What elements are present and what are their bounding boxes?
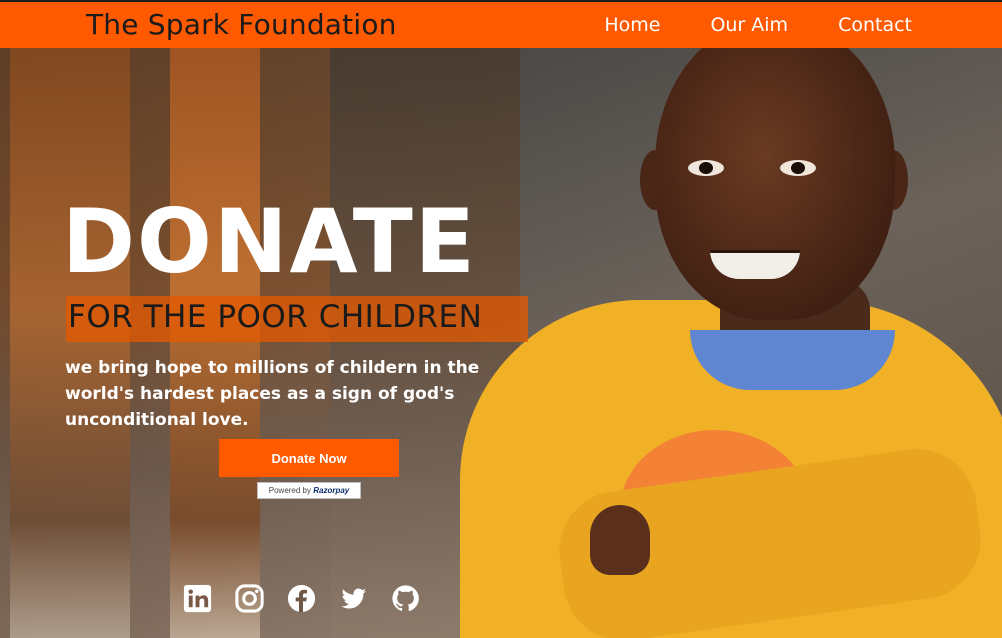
- donate-now-button[interactable]: Donate Now: [219, 439, 399, 477]
- razorpay-badge[interactable]: Powered by Razorpay: [257, 482, 361, 499]
- twitter-icon[interactable]: [338, 583, 369, 614]
- github-icon[interactable]: [390, 583, 421, 614]
- powered-by-label: Powered by: [268, 486, 311, 495]
- hero-title: DONATE: [62, 190, 477, 293]
- hero-subtitle: FOR THE POOR CHILDREN: [68, 299, 483, 335]
- nav-home-link[interactable]: Home: [604, 14, 660, 36]
- instagram-icon[interactable]: [234, 583, 265, 614]
- linkedin-icon[interactable]: [182, 583, 213, 614]
- social-links: [182, 583, 421, 614]
- hero-tagline: we bring hope to millions of childern in…: [65, 358, 480, 430]
- top-navbar: The Spark Foundation Home Our Aim Contac…: [0, 0, 1002, 48]
- nav-contact-link[interactable]: Contact: [838, 14, 912, 36]
- facebook-icon[interactable]: [286, 583, 317, 614]
- page: The Spark Foundation Home Our Aim Contac…: [0, 0, 1002, 638]
- nav-our-aim-link[interactable]: Our Aim: [710, 14, 788, 36]
- razorpay-brand: Razorpay: [313, 486, 350, 495]
- main-nav: Home Our Aim Contact: [604, 14, 912, 36]
- brand-title[interactable]: The Spark Foundation: [86, 8, 397, 41]
